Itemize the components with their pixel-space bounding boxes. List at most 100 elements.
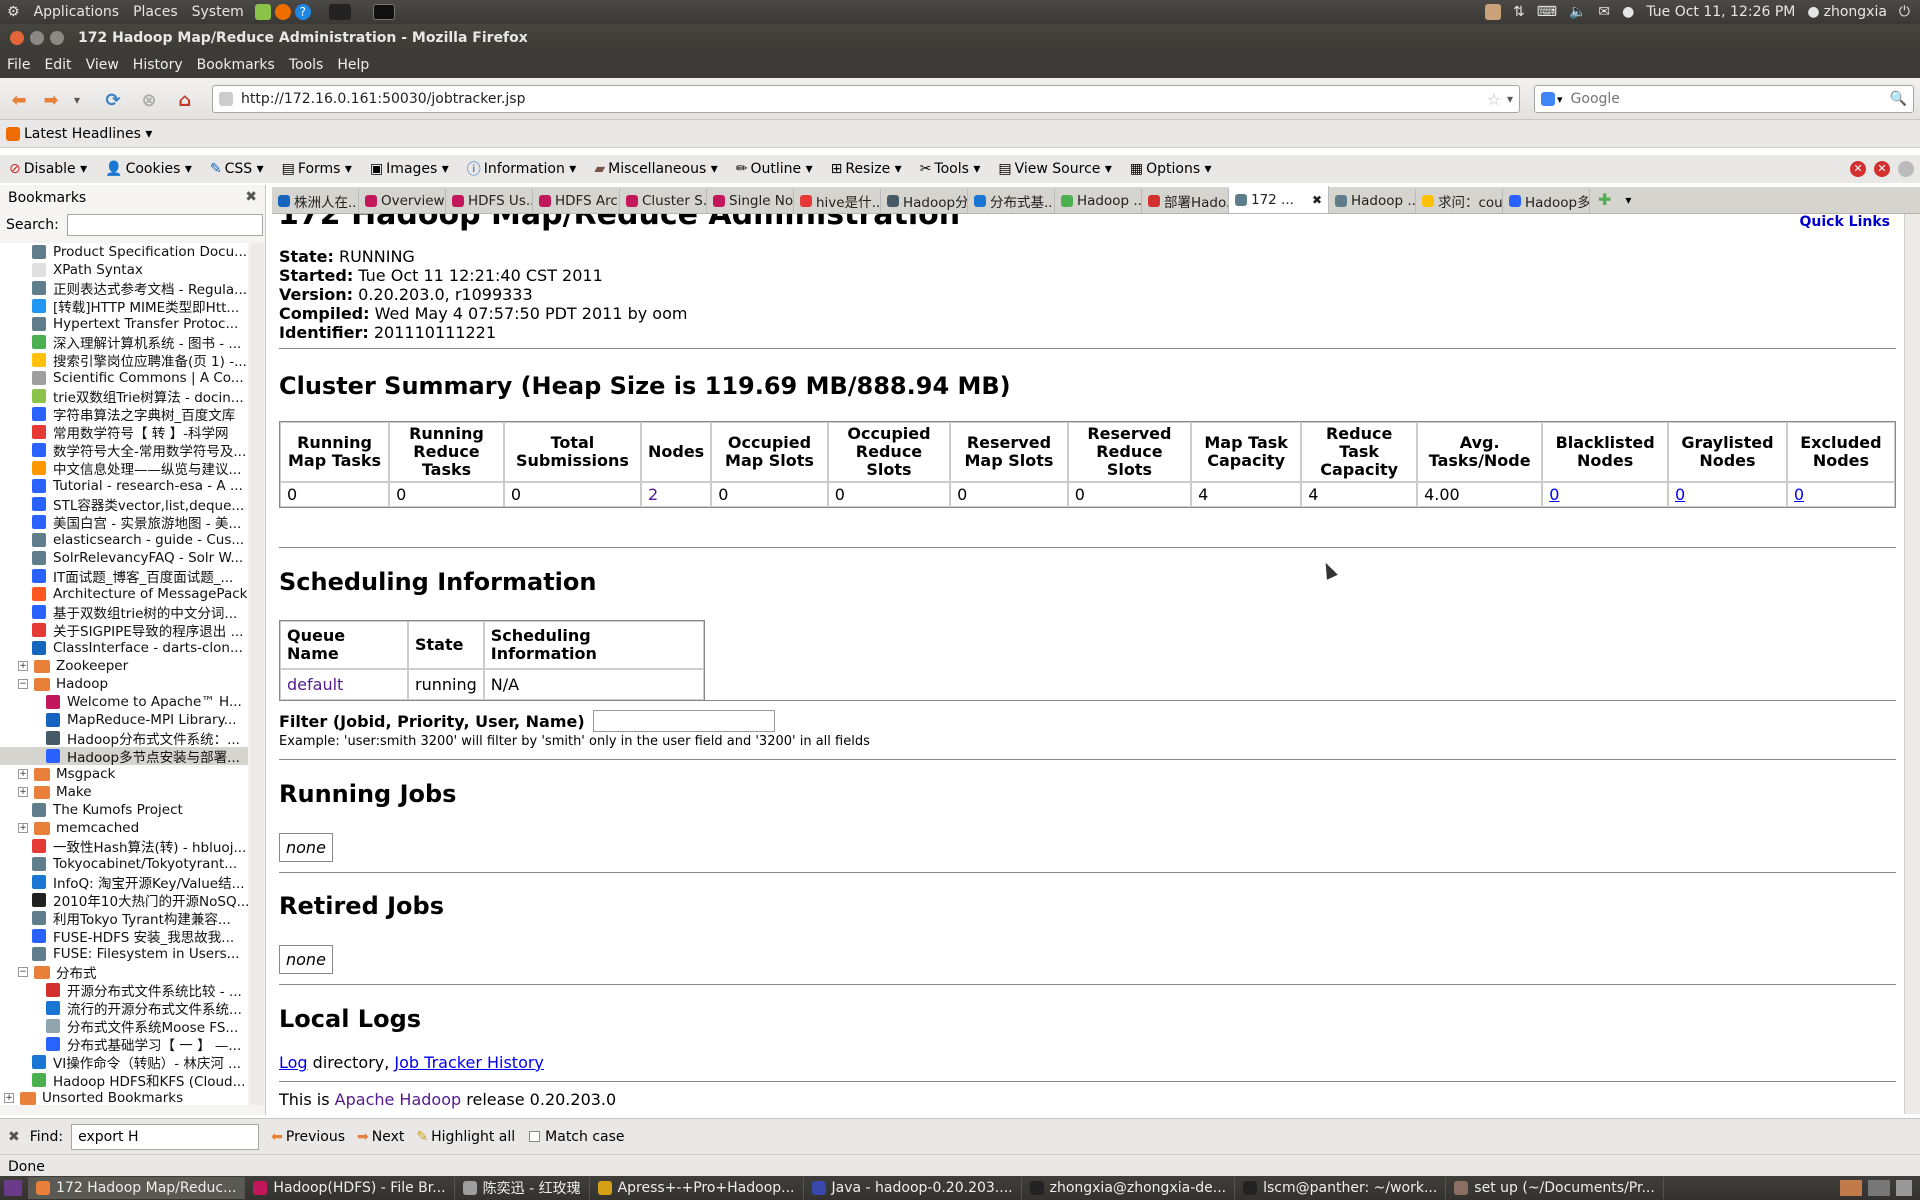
find-previous-button[interactable]: ⬅ Previous: [271, 1129, 345, 1145]
browser-tab[interactable]: Hadoop多...: [1503, 189, 1590, 213]
bookmark-item[interactable]: 数学符号大全-常用数学符号及...: [0, 441, 248, 459]
panel-user[interactable]: zhongxia: [1824, 4, 1887, 20]
panel-clock[interactable]: Tue Oct 11, 12:26 PM: [1646, 4, 1795, 20]
devbar-outline[interactable]: ✏ Outline ▾: [727, 161, 822, 177]
devbar-cookies[interactable]: 👤 Cookies ▾: [96, 161, 201, 177]
folder-expander-icon[interactable]: +: [18, 823, 28, 833]
devbar-miscellaneous[interactable]: ▰ Miscellaneous ▾: [585, 161, 726, 177]
google-engine-icon[interactable]: [1541, 92, 1555, 106]
devbar-images[interactable]: ▣ Images ▾: [361, 161, 458, 177]
folder-expander-icon[interactable]: +: [18, 787, 28, 797]
maximize-window-button[interactable]: [50, 31, 64, 45]
bookmark-item[interactable]: 流行的开源分布式文件系统...: [0, 999, 248, 1017]
bookmark-item[interactable]: 深入理解计算机系统 - 图书 - ...: [0, 333, 248, 351]
bookmark-item[interactable]: 2010年10大热门的开源NoSQ...: [0, 891, 248, 909]
reload-button[interactable]: ⟳: [100, 87, 126, 113]
url-dropdown-icon[interactable]: ▾: [1507, 92, 1513, 106]
browser-tab[interactable]: 株洲人在...: [272, 189, 359, 213]
bookmark-item[interactable]: 分布式文件系统Moose FS...: [0, 1017, 248, 1035]
devbar-view-source[interactable]: ▤ View Source ▾: [989, 161, 1120, 177]
devbar-information[interactable]: ⓘ Information ▾: [458, 159, 586, 179]
workspace-2-icon[interactable]: [1868, 1180, 1890, 1196]
bookmark-item[interactable]: [转载]HTTP MIME类型即Htt...: [0, 297, 248, 315]
keyboard-icon[interactable]: ⌨: [1537, 4, 1557, 20]
bookmark-item[interactable]: trie双数组Trie树算法 - docin...: [0, 387, 248, 405]
taskbar-window-button[interactable]: Apress+-+Pro+Hadoop...: [590, 1177, 804, 1199]
match-case-toggle[interactable]: Match case: [529, 1129, 625, 1145]
search-bar[interactable]: ▾ 🔍: [1534, 85, 1914, 113]
browser-tab[interactable]: Single No...: [707, 189, 794, 213]
folder-expander-icon[interactable]: −: [18, 967, 28, 977]
bookmark-item[interactable]: Product Specification Docu...: [0, 243, 248, 261]
forward-button[interactable]: ➡: [38, 87, 64, 113]
devbar-warnings-icon[interactable]: ✕: [1874, 161, 1890, 177]
bookmark-item[interactable]: 基于双数组trie树的中文分词...: [0, 603, 248, 621]
browser-tab[interactable]: Hadoop ...: [1329, 189, 1416, 213]
mail-icon[interactable]: ✉: [1598, 4, 1610, 20]
bookmark-item[interactable]: STL容器类vector,list,deque...: [0, 495, 248, 513]
bookmark-folder[interactable]: − Hadoop: [0, 675, 248, 693]
bookmark-item[interactable]: 中文信息处理——纵览与建议...: [0, 459, 248, 477]
bookmark-item[interactable]: 常用数学符号【 转 】-科学网: [0, 423, 248, 441]
browser-tab[interactable]: 求问：cou...: [1416, 189, 1503, 213]
folder-expander-icon[interactable]: +: [18, 769, 28, 779]
bookmark-item[interactable]: Hadoop多节点安装与部署...: [0, 747, 248, 765]
back-button[interactable]: ⬅: [6, 87, 32, 113]
bookmark-item[interactable]: IT面试题_博客_百度面试题_...: [0, 567, 248, 585]
panel-menu-applications[interactable]: Applications: [27, 4, 127, 20]
bookmark-item[interactable]: FUSE: Filesystem in Users...: [0, 945, 248, 963]
excluded-nodes-link[interactable]: 0: [1794, 485, 1804, 504]
notification-icon[interactable]: [1484, 4, 1501, 20]
url-text[interactable]: http://172.16.0.161:50030/jobtracker.jsp: [241, 91, 525, 107]
browser-tab[interactable]: hive是什...: [794, 189, 881, 213]
close-tab-icon[interactable]: ✖: [1312, 193, 1322, 207]
bookmark-item[interactable]: Hadoop分布式文件系统：...: [0, 729, 248, 747]
bookmark-star-icon[interactable]: ☆: [1487, 90, 1501, 109]
devbar-errors-icon[interactable]: ✕: [1850, 161, 1866, 177]
bookmark-folder[interactable]: − 分布式: [0, 963, 248, 981]
menu-history[interactable]: History: [126, 57, 190, 73]
browser-tab[interactable]: HDFS Arc...: [533, 189, 620, 213]
bookmark-item[interactable]: Architecture of MessagePack: [0, 585, 248, 603]
history-dropdown-icon[interactable]: ▾: [70, 87, 84, 113]
system-monitor-icon[interactable]: [328, 4, 351, 20]
ubuntu-logo-icon[interactable]: ⚙: [0, 4, 27, 20]
taskbar-window-button[interactable]: 172 Hadoop Map/Reduc...: [28, 1177, 246, 1199]
filter-input[interactable]: [592, 710, 775, 732]
devbar-disable[interactable]: ⊘ Disable ▾: [0, 161, 96, 177]
power-icon[interactable]: ⏻: [1899, 4, 1910, 20]
volume-icon[interactable]: 🔈: [1569, 4, 1586, 20]
bookmark-item[interactable]: elasticsearch - guide - Cus...: [0, 531, 248, 549]
find-input[interactable]: [71, 1123, 260, 1150]
bookmark-folder[interactable]: + Msgpack: [0, 765, 248, 783]
devbar-options[interactable]: ▦ Options ▾: [1121, 161, 1221, 177]
browser-tab[interactable]: Hadoop ...: [1055, 189, 1142, 213]
devbar-status-icon[interactable]: [1898, 161, 1914, 177]
bookmark-item[interactable]: Hadoop HDFS和KFS (Cloud...: [0, 1071, 248, 1089]
latest-headlines-item[interactable]: Latest Headlines ▾: [24, 126, 152, 142]
browser-tab[interactable]: 部署Hado...: [1142, 189, 1229, 213]
help-icon[interactable]: ?: [294, 4, 311, 20]
bookmark-item[interactable]: MapReduce-MPI Library...: [0, 711, 248, 729]
quick-links-link[interactable]: Quick Links: [1800, 214, 1890, 230]
terminal-launcher-icon[interactable]: [372, 4, 395, 20]
trash-icon[interactable]: [1896, 1180, 1912, 1196]
network-icon[interactable]: ⇅: [1513, 4, 1525, 20]
close-sidebar-icon[interactable]: ✖: [245, 189, 257, 205]
match-case-checkbox[interactable]: [529, 1131, 541, 1142]
search-magnifier-icon[interactable]: 🔍: [1890, 91, 1907, 107]
browser-tab[interactable]: 分布式基...: [968, 189, 1055, 213]
bookmark-item[interactable]: 正则表达式参考文档 - Regula...: [0, 279, 248, 297]
bookmark-item[interactable]: Welcome to Apache™ H...: [0, 693, 248, 711]
bookmark-item[interactable]: 分布式基础学习【 一 】 —...: [0, 1035, 248, 1053]
close-window-button[interactable]: [10, 31, 24, 45]
devbar-forms[interactable]: ▤ Forms ▾: [273, 161, 361, 177]
engine-dropdown-icon[interactable]: ▾: [1557, 93, 1563, 106]
browser-tab[interactable]: Cluster S...: [620, 189, 707, 213]
taskbar-window-button[interactable]: Hadoop(HDFS) - File Br...: [245, 1177, 455, 1199]
url-bar[interactable]: http://172.16.0.161:50030/jobtracker.jsp…: [212, 85, 1520, 113]
search-input[interactable]: [1570, 91, 1890, 107]
bookmark-folder[interactable]: + Zookeeper: [0, 657, 248, 675]
bookmark-item[interactable]: 美国白宫 - 实景旅游地图 - 美...: [0, 513, 248, 531]
show-desktop-icon[interactable]: [4, 1180, 22, 1196]
